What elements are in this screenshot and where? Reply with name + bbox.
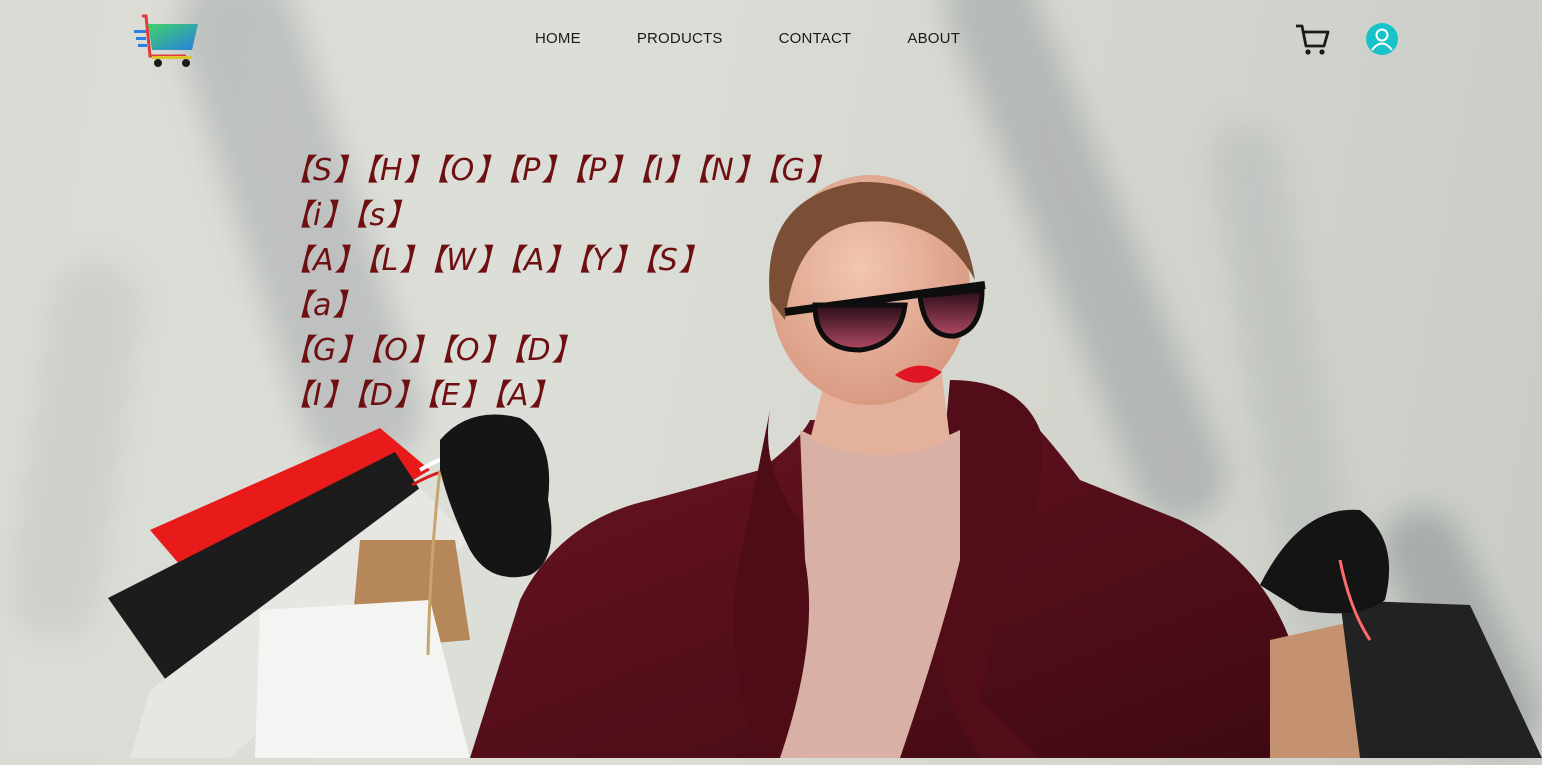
hero-line: 【A】【L】【W】【A】【Y】【S】 — [282, 243, 710, 278]
nav-contact[interactable]: CONTACT — [779, 29, 852, 49]
hero-line: 【S】【H】【O】【P】【P】【I】【N】【G】 — [282, 153, 837, 188]
top-navbar: HOME PRODUCTS CONTACT ABOUT — [0, 0, 1542, 80]
cart-icon[interactable] — [1294, 22, 1330, 56]
hero-line: 【a】 — [282, 288, 364, 323]
nav-products[interactable]: PRODUCTS — [637, 29, 723, 49]
user-icon[interactable] — [1366, 23, 1398, 55]
nav-about[interactable]: ABOUT — [907, 29, 960, 49]
nav-home[interactable]: HOME — [535, 29, 581, 49]
shopping-cart-logo-icon[interactable] — [132, 12, 202, 70]
hero-line: 【i】【s】 — [282, 198, 417, 233]
hero-headline: 【S】【H】【O】【P】【P】【I】【N】【G】 【i】【s】 【A】【L】【W… — [282, 148, 837, 418]
hero-line: 【I】【D】【E】【A】 — [282, 378, 561, 413]
hero-line: 【G】【O】【O】【D】 — [282, 333, 583, 368]
main-nav: HOME PRODUCTS CONTACT ABOUT — [535, 29, 1016, 49]
